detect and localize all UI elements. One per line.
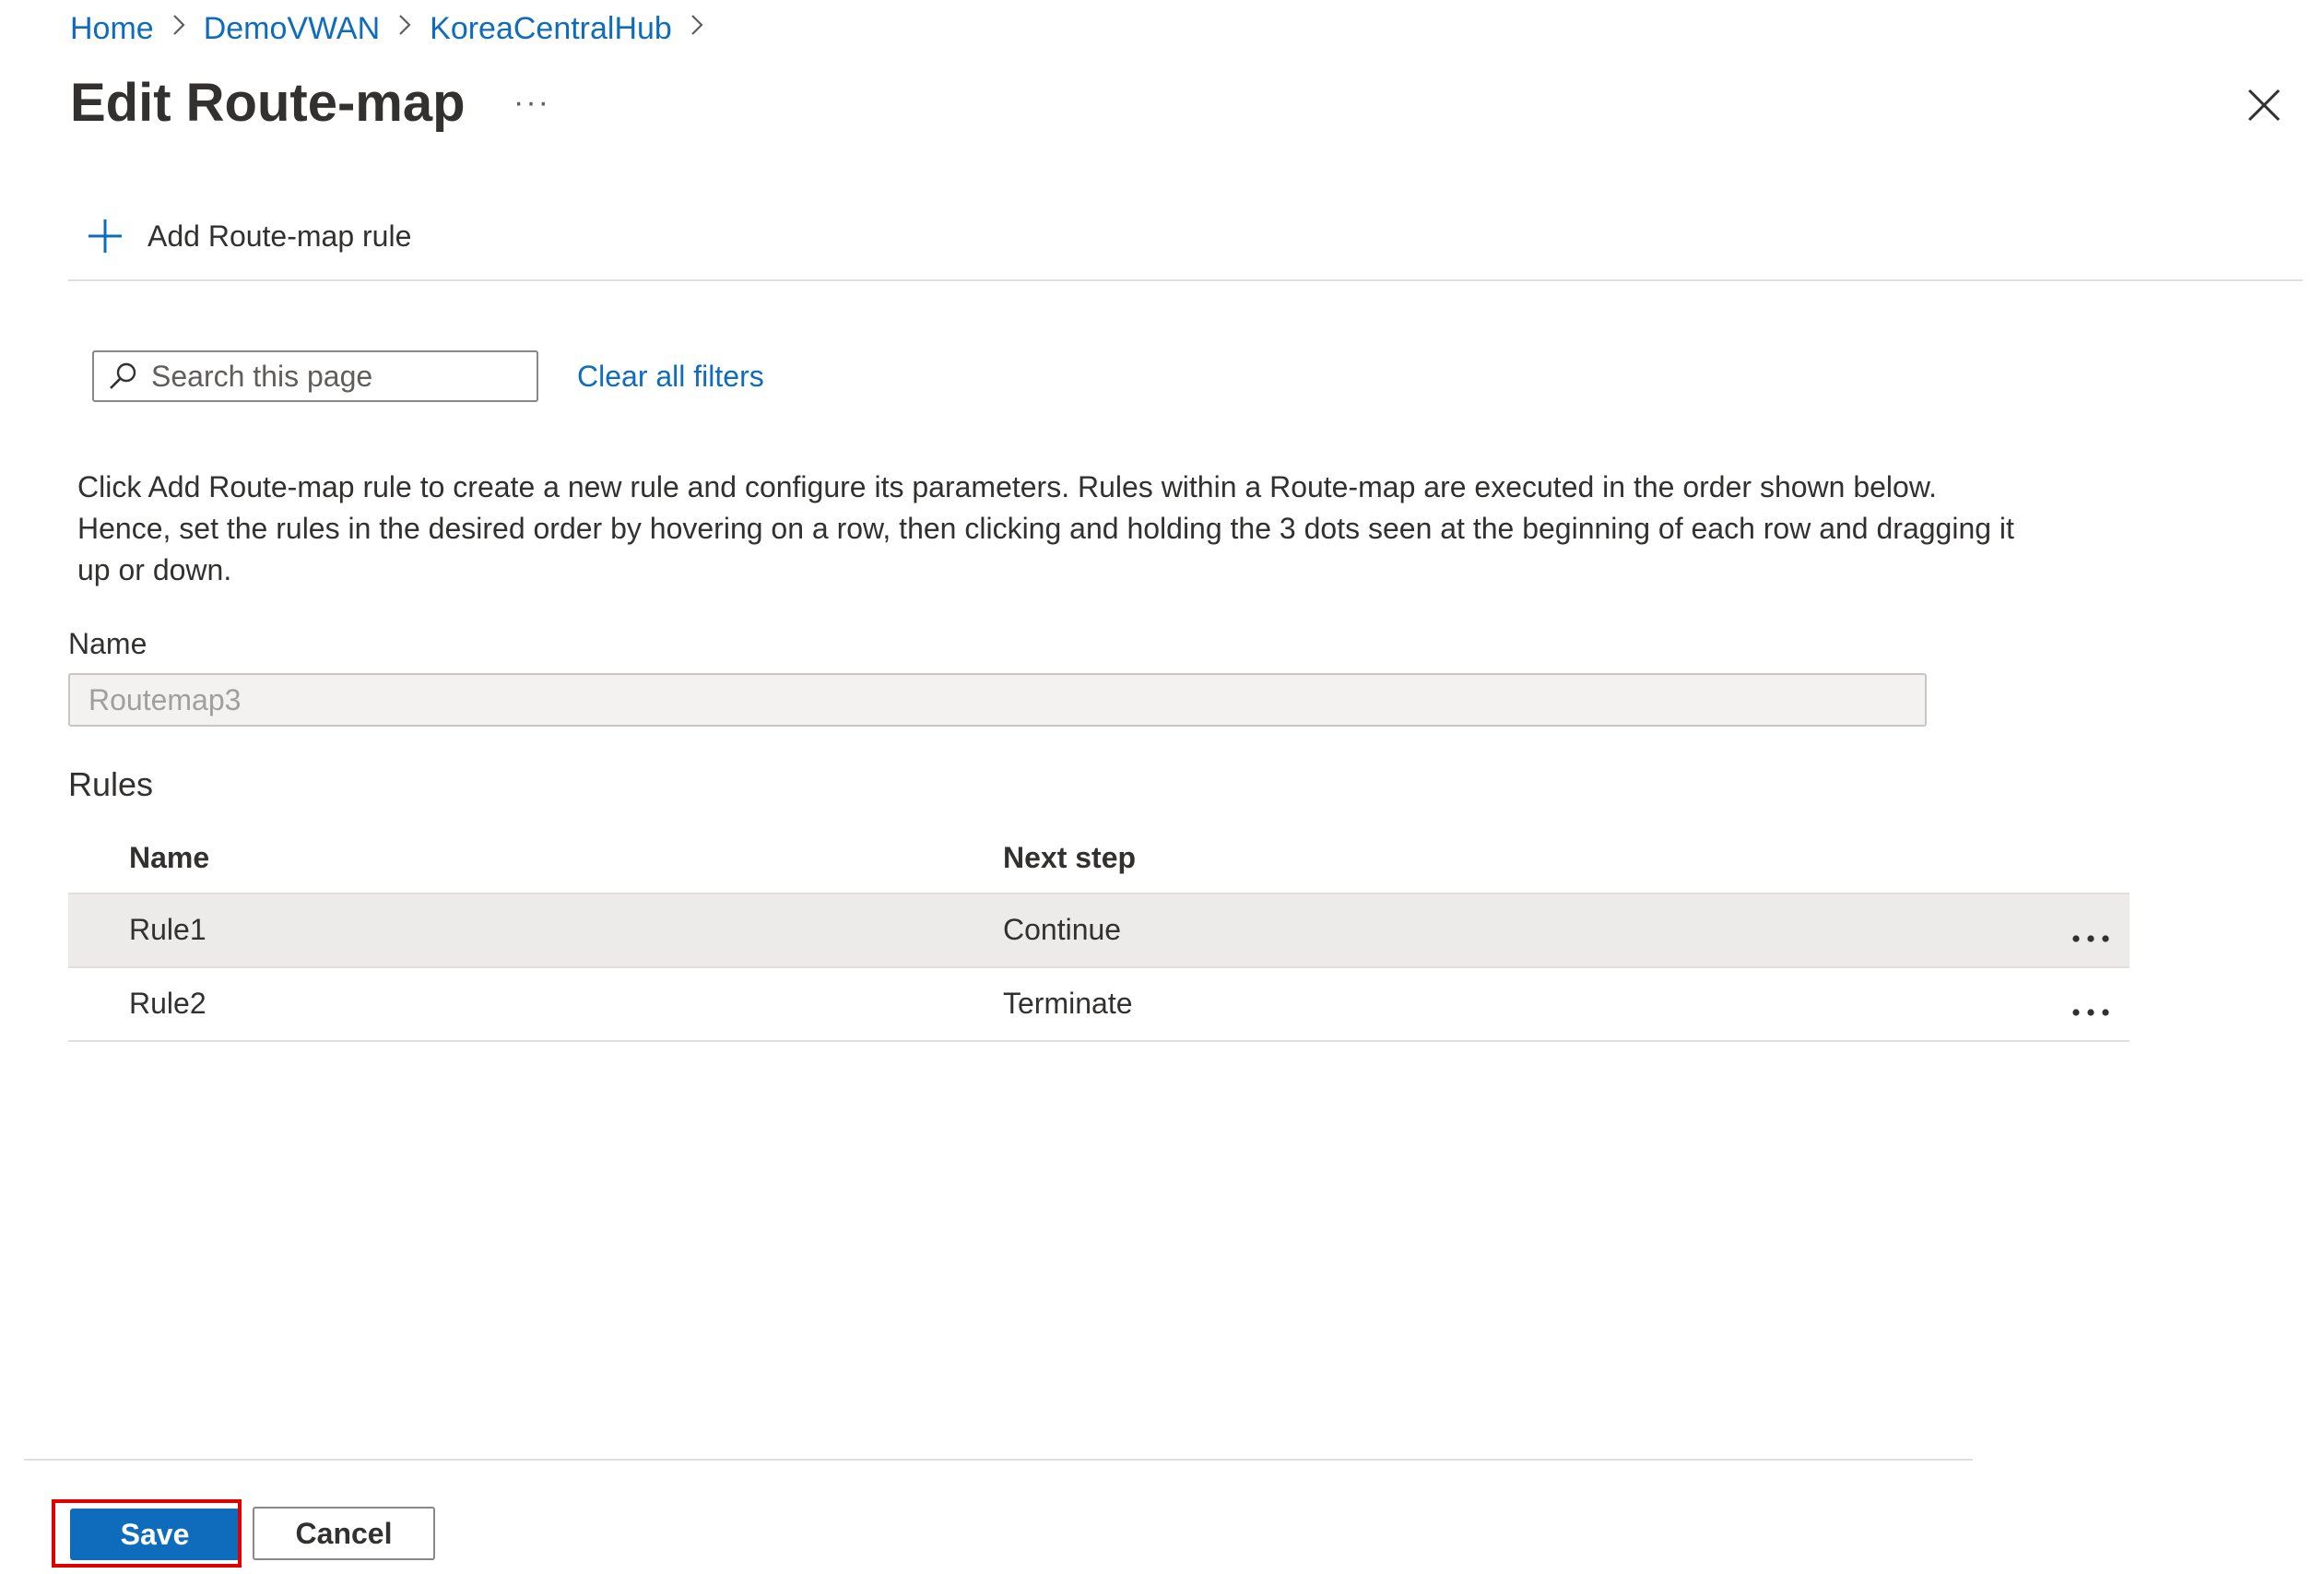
rules-table-header: Name Next step	[68, 824, 2129, 893]
rule-next-step-cell: Terminate	[1003, 987, 1133, 1020]
more-horizontal-icon[interactable]	[2070, 918, 2111, 942]
chevron-right-icon	[396, 7, 413, 50]
rule-name-cell: Rule2	[129, 987, 206, 1020]
breadcrumb-demovwan-link[interactable]: DemoVWAN	[204, 7, 380, 50]
add-route-map-rule-button[interactable]: Add Route-map rule	[87, 218, 411, 254]
table-row[interactable]: Rule1 Continue	[68, 893, 2129, 966]
page-title: Edit Route-map	[70, 73, 466, 133]
breadcrumb-koreacentralhub-link[interactable]: KoreaCentralHub	[430, 7, 672, 50]
rules-section-label: Rules	[68, 765, 154, 803]
cancel-button[interactable]: Cancel	[253, 1507, 435, 1560]
table-bottom-divider	[68, 1040, 2129, 1042]
add-route-map-rule-label: Add Route-map rule	[147, 219, 412, 253]
search-input[interactable]	[151, 359, 520, 394]
breadcrumb: Home DemoVWAN KoreaCentralHub	[70, 7, 722, 50]
rule-name-cell: Rule1	[129, 913, 206, 946]
footer-divider	[24, 1459, 1973, 1461]
save-highlight-box	[52, 1499, 242, 1568]
description-text: Click Add Route-map rule to create a new…	[77, 470, 2014, 586]
close-icon[interactable]	[2242, 83, 2286, 127]
name-field-label: Name	[68, 627, 147, 660]
search-icon	[107, 361, 138, 392]
column-header-name: Name	[129, 841, 210, 874]
more-horizontal-icon[interactable]	[2070, 992, 2111, 1016]
search-box[interactable]	[92, 350, 538, 402]
breadcrumb-home-link[interactable]: Home	[70, 7, 154, 50]
rules-table: Name Next step Rule1 Continue Rule2 Term…	[68, 824, 2129, 1042]
chevron-right-icon	[689, 7, 705, 50]
table-row[interactable]: Rule2 Terminate	[68, 966, 2129, 1040]
chevron-right-icon	[171, 7, 187, 50]
rule-next-step-cell: Continue	[1003, 913, 1122, 946]
column-header-next-step: Next step	[1003, 841, 1137, 874]
plus-icon	[87, 218, 124, 254]
name-field: Routemap3	[68, 673, 1927, 727]
more-icon[interactable]: ···	[513, 85, 550, 121]
toolbar-divider	[68, 279, 2303, 281]
clear-all-filters-link[interactable]: Clear all filters	[577, 360, 764, 394]
